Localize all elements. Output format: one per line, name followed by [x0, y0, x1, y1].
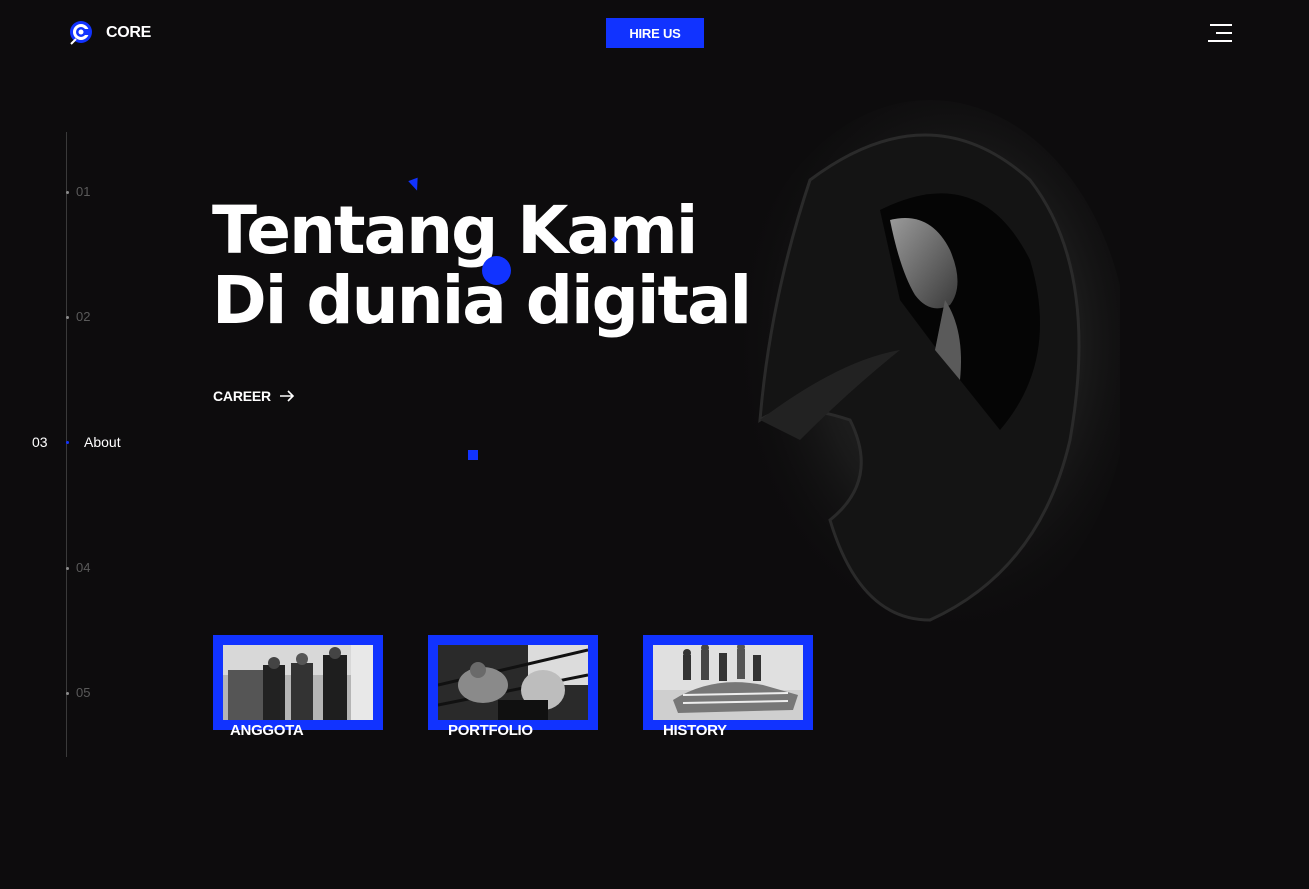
- nav-dot: [66, 316, 69, 319]
- card-anggota[interactable]: ANGGOTA: [213, 635, 383, 739]
- hero-hooded-figure-image: [700, 100, 1130, 640]
- logo[interactable]: CORE: [68, 20, 151, 46]
- side-nav-item-01[interactable]: 01: [76, 184, 90, 199]
- hero-title-line-2: Di dunia digital: [212, 262, 752, 339]
- decorative-circle: [482, 256, 511, 285]
- hire-us-button[interactable]: HIRE US: [606, 18, 704, 48]
- side-nav-item-03-label[interactable]: About: [84, 434, 121, 450]
- card-portfolio[interactable]: PORTFOLIO: [428, 635, 598, 739]
- side-nav-track: [66, 132, 67, 757]
- decorative-square: [468, 450, 478, 460]
- core-logo-icon: [68, 20, 94, 46]
- car-crowd-photo-thumbnail: [653, 645, 803, 720]
- boxing-photo-thumbnail: [438, 645, 588, 720]
- hamburger-menu-icon[interactable]: [1206, 22, 1232, 44]
- hero-title: Tentang Kami Di dunia digital: [212, 196, 752, 339]
- side-nav-item-03-number[interactable]: 03: [32, 434, 48, 450]
- side-nav-item-04[interactable]: 04: [76, 560, 90, 575]
- nav-dot: [66, 692, 69, 695]
- side-nav-item-05[interactable]: 05: [76, 685, 90, 700]
- decorative-triangle: [408, 177, 422, 193]
- nav-dot: [66, 191, 69, 194]
- hero-title-line-1: Tentang Kami: [212, 192, 698, 269]
- card-portfolio-label: PORTFOLIO: [448, 722, 533, 739]
- arrow-right-icon: [279, 390, 295, 402]
- nav-dot-active: [66, 441, 69, 444]
- logo-text: CORE: [106, 24, 152, 41]
- nav-dot: [66, 567, 69, 570]
- career-link-label: CAREER: [213, 388, 271, 404]
- card-history-label: HISTORY: [663, 722, 727, 739]
- street-photo-thumbnail: [223, 645, 373, 720]
- career-link[interactable]: CAREER: [213, 388, 295, 404]
- card-history[interactable]: HISTORY: [643, 635, 813, 739]
- side-nav-item-02[interactable]: 02: [76, 309, 90, 324]
- card-anggota-label: ANGGOTA: [230, 722, 304, 739]
